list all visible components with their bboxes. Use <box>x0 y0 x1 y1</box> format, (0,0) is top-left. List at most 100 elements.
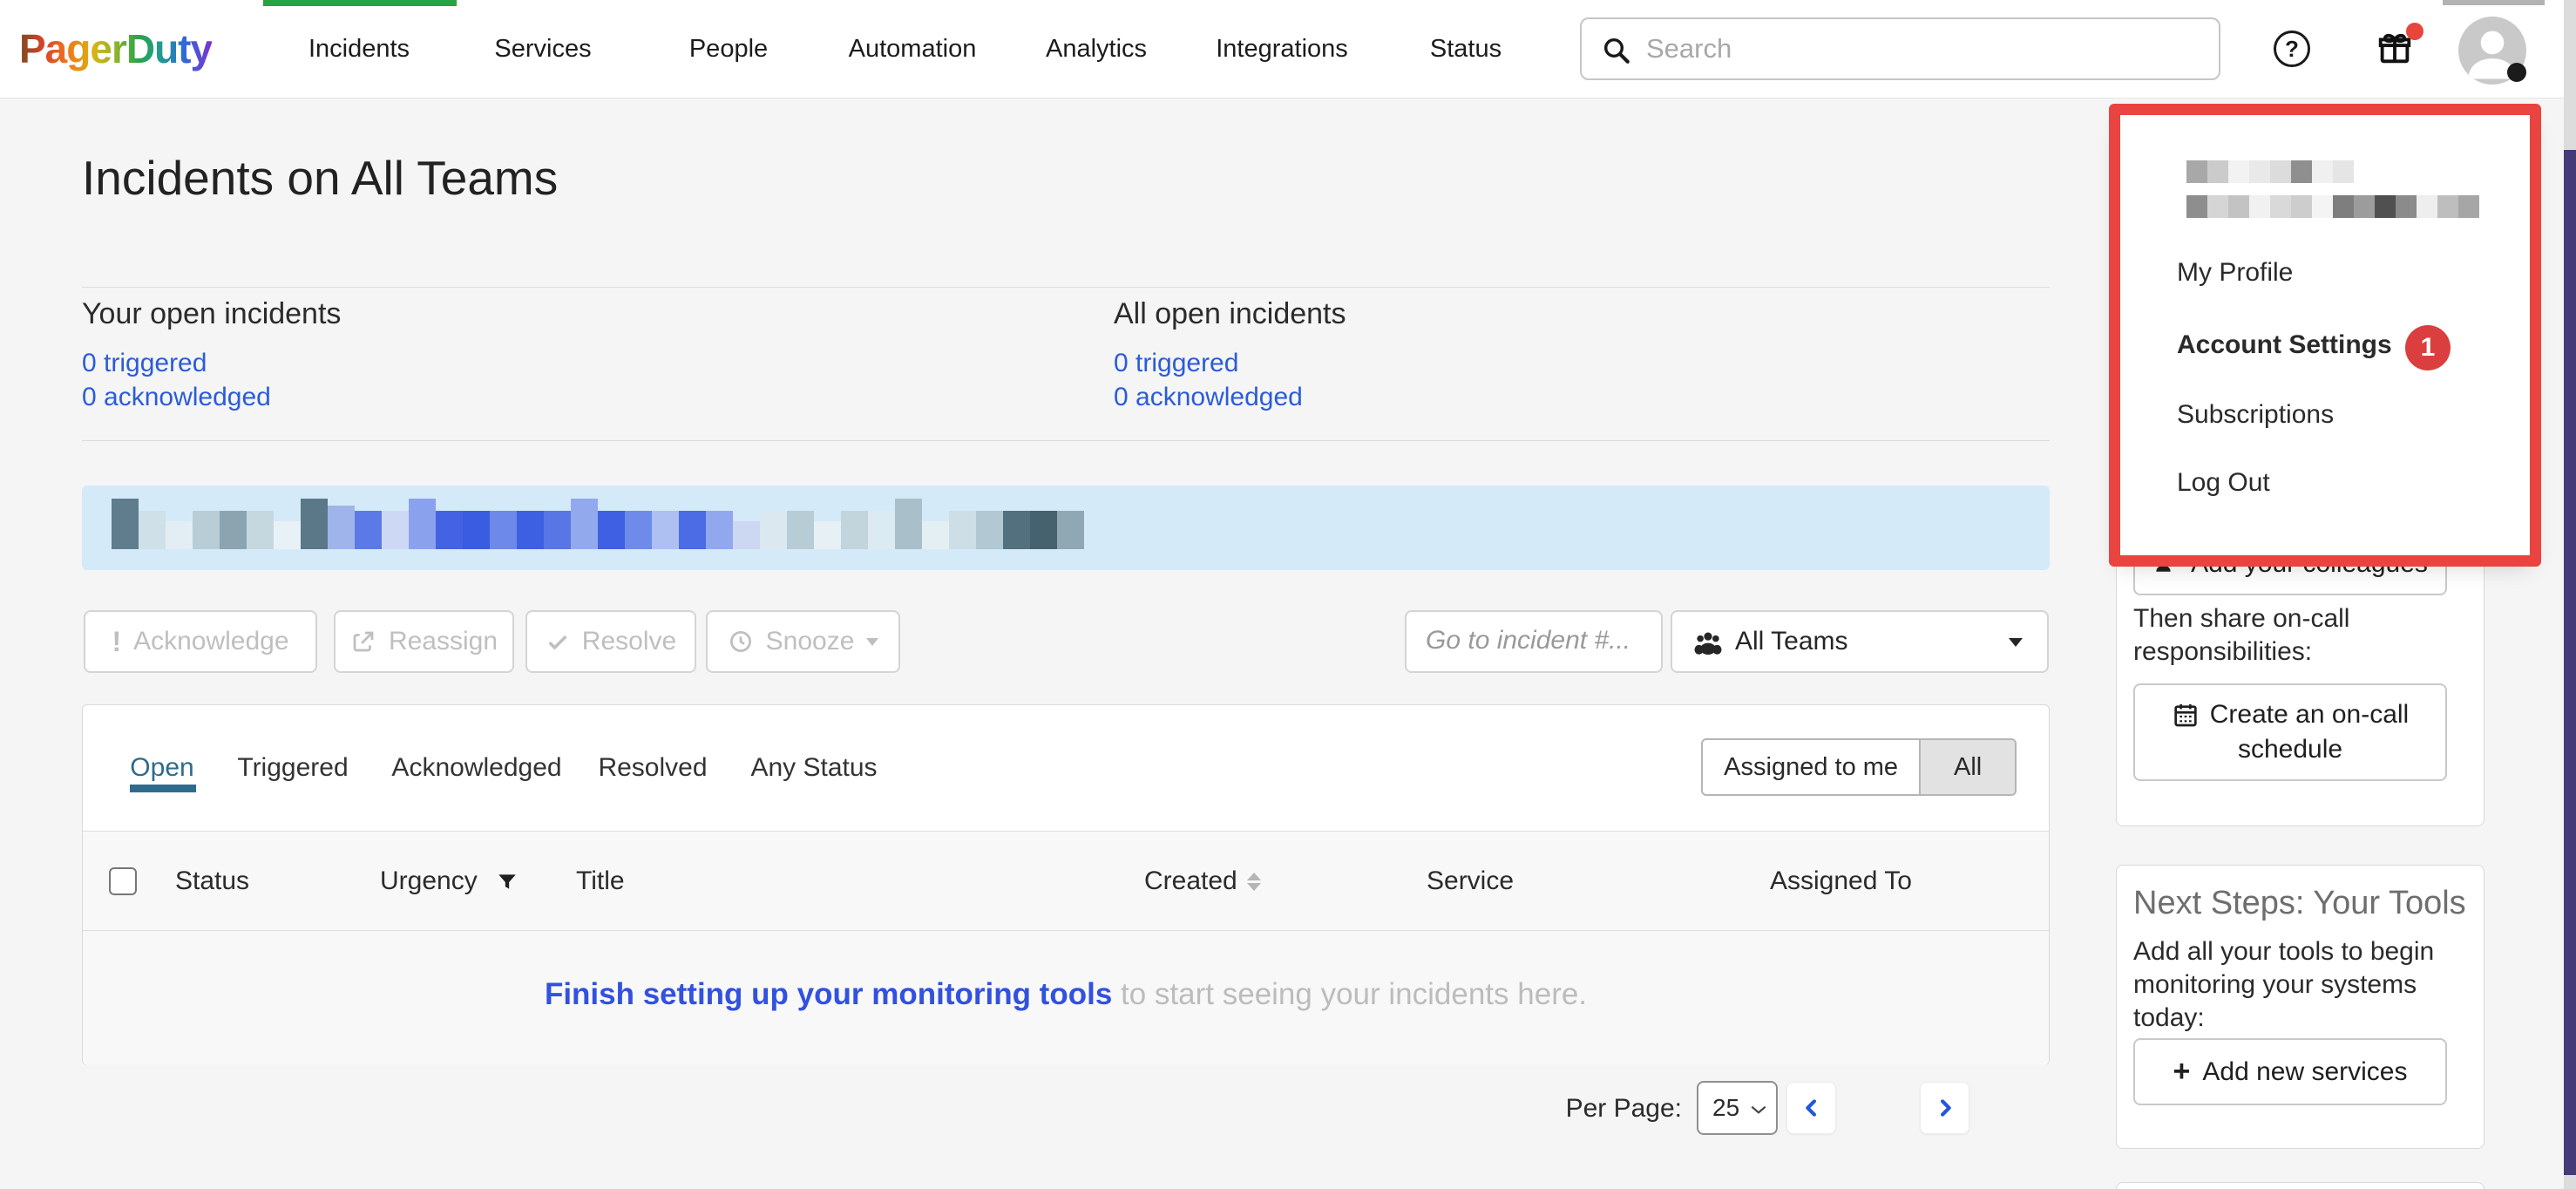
tab-resolved[interactable]: Resolved <box>598 705 707 831</box>
assignment-toggle: Assigned to me All <box>1701 738 2017 796</box>
pagerduty-logo[interactable]: PagerDuty <box>19 0 212 98</box>
chevron-down-icon <box>2009 638 2023 647</box>
add-new-services-button[interactable]: + Add new services <box>2133 1038 2447 1105</box>
sort-arrows-icon[interactable] <box>1247 873 1261 891</box>
tab-any-status[interactable]: Any Status <box>750 705 877 831</box>
divider <box>82 440 2050 441</box>
funnel-icon[interactable] <box>496 871 519 893</box>
global-search <box>1580 17 2220 80</box>
snooze-button[interactable]: Snooze <box>706 610 900 673</box>
presence-dot <box>2507 63 2526 82</box>
all-triggered-link[interactable]: 0 triggered <box>1114 349 1238 378</box>
column-title: Title <box>576 868 625 894</box>
resolve-button[interactable]: Resolve <box>525 610 696 673</box>
scrollbar-track[interactable] <box>2564 0 2576 1189</box>
rewards-button[interactable] <box>2375 28 2430 77</box>
your-acknowledged-link[interactable]: 0 acknowledged <box>82 383 271 412</box>
plus-icon: + <box>2173 1055 2191 1089</box>
tab-open[interactable]: Open <box>130 705 193 831</box>
create-schedule-label-line1: Create an on-call <box>2210 698 2409 731</box>
create-schedule-label-line2: schedule <box>2238 733 2342 766</box>
redacted-banner-text <box>112 499 1084 549</box>
user-menu-dropdown: My Profile Account Settings 1 Subscripti… <box>2120 115 2530 555</box>
table-body-area: Status Urgency Title Created Service Ass… <box>83 832 2049 1065</box>
reassign-button[interactable]: Reassign <box>334 610 514 673</box>
menu-item-subscriptions[interactable]: Subscriptions <box>2177 400 2334 430</box>
active-tab-underline <box>130 785 196 792</box>
snooze-label: Snooze <box>766 627 855 656</box>
column-status: Status <box>175 868 249 894</box>
top-navigation-bar: PagerDuty Incidents Services People Auto… <box>0 0 2576 99</box>
empty-state-message: Finish setting up your monitoring tools … <box>83 977 2049 1012</box>
goto-incident-field <box>1405 610 1663 673</box>
nav-automation[interactable]: Automation <box>849 0 977 98</box>
checkmark-icon <box>546 629 570 654</box>
menu-item-account-settings[interactable]: Account Settings <box>2177 330 2392 360</box>
next-steps-title: Next Steps: Your Tools <box>2133 885 2466 922</box>
all-open-incidents-title: All open incidents <box>1114 297 1346 331</box>
per-page-select[interactable]: 25 <box>1697 1081 1778 1135</box>
people-group-icon <box>1691 627 1725 660</box>
share-arrow-icon <box>350 628 376 655</box>
nav-integrations[interactable]: Integrations <box>1216 0 1348 98</box>
chevron-down-icon <box>866 638 878 646</box>
partially-visible-card <box>2116 1182 2484 1189</box>
tab-triggered[interactable]: Triggered <box>237 705 348 831</box>
all-segment[interactable]: All <box>1919 740 2015 794</box>
column-created[interactable]: Created <box>1144 868 1237 894</box>
search-input[interactable] <box>1644 21 2197 77</box>
menu-item-log-out[interactable]: Log Out <box>2177 468 2270 498</box>
scrollbar-thumb[interactable] <box>2564 150 2576 1175</box>
nav-incidents[interactable]: Incidents <box>308 0 410 98</box>
step-1-badge: 1 <box>2405 325 2451 370</box>
goto-incident-input[interactable] <box>1424 612 1645 669</box>
all-acknowledged-link[interactable]: 0 acknowledged <box>1114 383 1303 412</box>
next-page-button[interactable] <box>1920 1082 1969 1134</box>
notification-dot <box>2406 23 2423 40</box>
divider <box>83 930 2049 931</box>
finish-setup-link[interactable]: Finish setting up your monitoring tools <box>545 977 1112 1011</box>
search-icon <box>1601 35 1632 66</box>
your-triggered-link[interactable]: 0 triggered <box>82 349 207 378</box>
incidents-table-card: Open Triggered Acknowledged Resolved Any… <box>82 704 2050 1065</box>
next-steps-body: Add all your tools to begin monitoring y… <box>2133 935 2434 1035</box>
create-schedule-button[interactable]: Create an on-call schedule <box>2133 683 2447 781</box>
assigned-to-me-segment[interactable]: Assigned to me <box>1703 740 1919 794</box>
clock-icon <box>728 628 754 655</box>
select-all-checkbox[interactable] <box>109 867 137 895</box>
nav-status[interactable]: Status <box>1430 0 1502 98</box>
acknowledge-label: Acknowledge <box>133 627 288 656</box>
team-filter-dropdown[interactable]: All Teams <box>1671 610 2049 673</box>
acknowledge-button[interactable]: ! Acknowledge <box>84 610 317 673</box>
previous-page-button[interactable] <box>1786 1082 1836 1134</box>
empty-state-text: to start seeing your incidents here. <box>1112 977 1587 1011</box>
redacted-user-email <box>2186 195 2479 218</box>
per-page-label: Per Page: <box>1560 1095 1682 1123</box>
exclamation-icon: ! <box>112 626 121 658</box>
chevron-right-icon <box>1933 1096 1957 1120</box>
calendar-icon <box>2172 701 2200 729</box>
column-service: Service <box>1427 868 1514 894</box>
nav-services[interactable]: Services <box>494 0 591 98</box>
page-title: Incidents on All Teams <box>82 150 558 206</box>
reassign-label: Reassign <box>389 627 498 656</box>
nav-analytics[interactable]: Analytics <box>1046 0 1147 98</box>
menu-item-my-profile[interactable]: My Profile <box>2177 258 2293 288</box>
redacted-user-name <box>2186 160 2354 183</box>
per-page-value: 25 <box>1712 1083 1739 1133</box>
nav-people[interactable]: People <box>689 0 768 98</box>
share-oncall-text: Then share on-call responsibilities: <box>2133 602 2349 669</box>
info-banner-redacted <box>82 486 2050 570</box>
chevron-down-icon <box>1749 1102 1768 1118</box>
tab-acknowledged[interactable]: Acknowledged <box>391 705 561 831</box>
help-icon[interactable]: ? <box>2274 31 2310 67</box>
column-urgency: Urgency <box>380 868 478 894</box>
pagerduty-incidents-page: PagerDuty Incidents Services People Auto… <box>0 0 2576 1189</box>
resolve-label: Resolve <box>582 627 676 656</box>
top-right-gray-bar <box>2443 0 2545 5</box>
add-new-services-label: Add new services <box>2202 1057 2407 1087</box>
chevron-left-icon <box>1800 1096 1824 1120</box>
your-open-incidents-title: Your open incidents <box>82 297 341 331</box>
divider <box>82 287 2050 288</box>
team-filter-value: All Teams <box>1735 612 1848 671</box>
